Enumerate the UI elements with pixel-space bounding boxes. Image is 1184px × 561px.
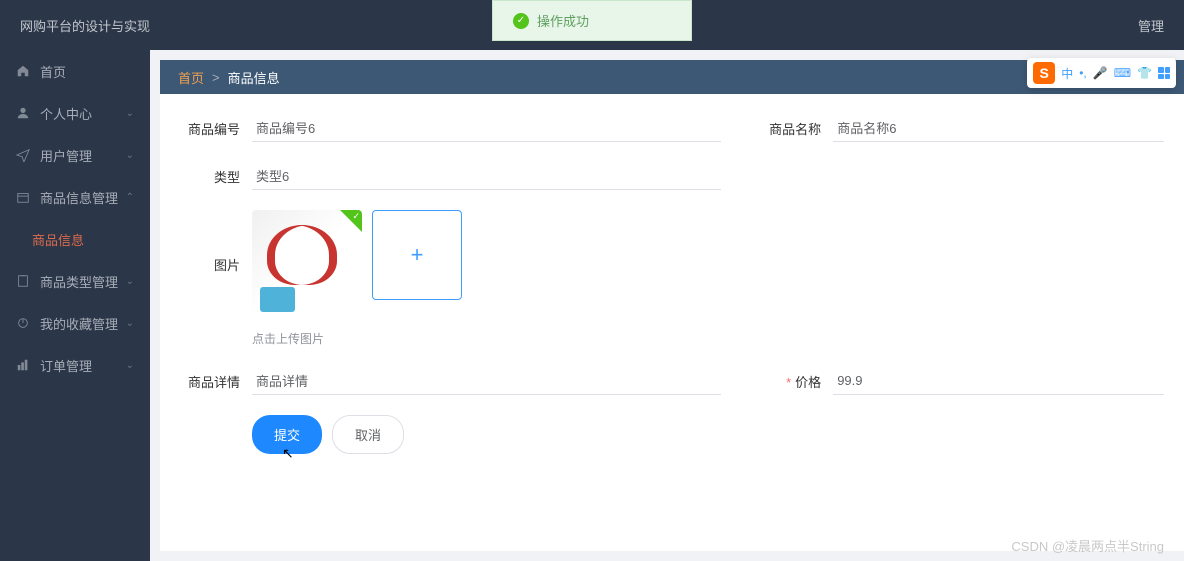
power-icon	[16, 316, 30, 330]
image-label: 图片	[180, 210, 240, 274]
grid-icon[interactable]	[1158, 67, 1170, 79]
sidebar-item-label: 我的收藏管理	[40, 314, 118, 333]
sidebar-subitem-product-info[interactable]: 商品信息	[0, 218, 150, 260]
ime-toolbar[interactable]: S 中 •, 🎤 ⌨ 👕	[1027, 58, 1176, 88]
product-image	[252, 210, 362, 320]
box-icon	[16, 190, 30, 204]
form: 商品编号 商品名称 类型 图片	[160, 94, 1184, 474]
sidebar-item-label: 商品类型管理	[40, 272, 118, 291]
chevron-down-icon: ⌄	[126, 108, 134, 119]
upload-hint: 点击上传图片	[252, 330, 1164, 347]
chevron-up-icon: ⌃	[126, 192, 134, 203]
sogou-logo-icon: S	[1033, 62, 1055, 84]
sidebar: 首页 个人中心 ⌄ 用户管理 ⌄ 商品信息管理 ⌃ 商品信息 商品类型管理 ⌄ …	[0, 50, 150, 561]
sidebar-item-favorites[interactable]: 我的收藏管理 ⌄	[0, 302, 150, 344]
sidebar-item-label: 订单管理	[40, 356, 92, 375]
chevron-down-icon: ⌄	[126, 276, 134, 287]
type-label: 类型	[180, 167, 240, 186]
breadcrumb-home[interactable]: 首页	[178, 68, 204, 87]
breadcrumb-separator: >	[212, 70, 220, 85]
cursor-icon: ↖	[282, 445, 294, 462]
ime-lang[interactable]: 中	[1061, 65, 1073, 82]
home-icon	[16, 64, 30, 78]
product-name-label: 商品名称	[761, 119, 821, 138]
sidebar-item-home[interactable]: 首页	[0, 50, 150, 92]
sidebar-item-label: 用户管理	[40, 146, 92, 165]
chevron-down-icon: ⌄	[126, 150, 134, 161]
toast-text: 操作成功	[537, 11, 589, 30]
sidebar-item-product-info[interactable]: 商品信息管理 ⌃	[0, 176, 150, 218]
main-panel: 首页 > 商品信息 商品编号 商品名称 类型	[160, 60, 1184, 551]
product-name-input[interactable]	[833, 114, 1164, 142]
topbar-right-text[interactable]: 管理	[1138, 16, 1164, 35]
sidebar-item-profile[interactable]: 个人中心 ⌄	[0, 92, 150, 134]
product-code-label: 商品编号	[180, 119, 240, 138]
type-input[interactable]	[252, 162, 721, 190]
shirt-icon[interactable]: 👕	[1137, 66, 1152, 80]
mic-icon[interactable]: 🎤	[1093, 66, 1108, 80]
image-upload-button[interactable]: +	[372, 210, 462, 300]
sidebar-item-label: 商品信息管理	[40, 188, 118, 207]
plus-icon: +	[411, 242, 424, 268]
detail-label: 商品详情	[180, 372, 240, 391]
keyboard-icon[interactable]: ⌨	[1114, 66, 1131, 80]
product-code-input[interactable]	[252, 114, 721, 142]
sidebar-item-label: 个人中心	[40, 104, 92, 123]
watermark: CSDN @凌晨两点半String	[1011, 536, 1164, 555]
ime-punct[interactable]: •,	[1079, 66, 1087, 80]
chevron-down-icon: ⌄	[126, 360, 134, 371]
sidebar-item-product-type[interactable]: 商品类型管理 ⌄	[0, 260, 150, 302]
app-title: 网购平台的设计与实现	[20, 16, 150, 35]
clipboard-icon	[16, 274, 30, 288]
sidebar-item-users[interactable]: 用户管理 ⌄	[0, 134, 150, 176]
user-icon	[16, 106, 30, 120]
chart-icon	[16, 358, 30, 372]
image-thumbnail[interactable]	[252, 210, 362, 320]
cancel-button[interactable]: 取消	[332, 415, 404, 454]
chevron-down-icon: ⌄	[126, 318, 134, 329]
check-circle-icon: ✓	[513, 13, 529, 29]
sidebar-item-orders[interactable]: 订单管理 ⌄	[0, 344, 150, 386]
price-label: 价格	[761, 372, 821, 391]
sidebar-item-label: 商品信息	[32, 230, 84, 249]
success-toast: ✓ 操作成功	[492, 0, 692, 41]
send-icon	[16, 148, 30, 162]
breadcrumb-current: 商品信息	[228, 68, 280, 87]
sidebar-item-label: 首页	[40, 62, 66, 81]
detail-input[interactable]	[252, 367, 721, 395]
price-input[interactable]	[833, 367, 1164, 395]
